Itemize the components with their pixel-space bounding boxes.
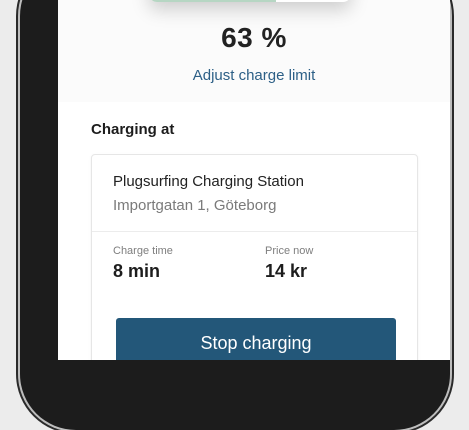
card-divider — [92, 231, 417, 232]
price-now-label: Price now — [265, 245, 314, 257]
station-name: Plugsurfing Charging Station — [113, 173, 304, 190]
charge-time-label: Charge time — [113, 245, 173, 257]
stop-charging-button[interactable]: Stop charging — [116, 318, 396, 360]
screen: 63 % Adjust charge limit Charging at Plu… — [58, 0, 450, 360]
charge-percentage: 63 % — [221, 22, 287, 53]
adjust-charge-limit-link[interactable]: Adjust charge limit — [58, 67, 450, 84]
battery-level-fill — [149, 0, 277, 2]
charging-station-card: Plugsurfing Charging Station Importgatan… — [91, 154, 418, 360]
phone-frame: 63 % Adjust charge limit Charging at Plu… — [20, 0, 450, 430]
charge-time-value: 8 min — [113, 261, 161, 281]
station-address: Importgatan 1, Göteborg — [113, 197, 277, 214]
charging-at-title: Charging at — [91, 121, 175, 138]
price-now-value: 14 kr — [265, 261, 308, 281]
battery-indicator — [149, 0, 351, 2]
